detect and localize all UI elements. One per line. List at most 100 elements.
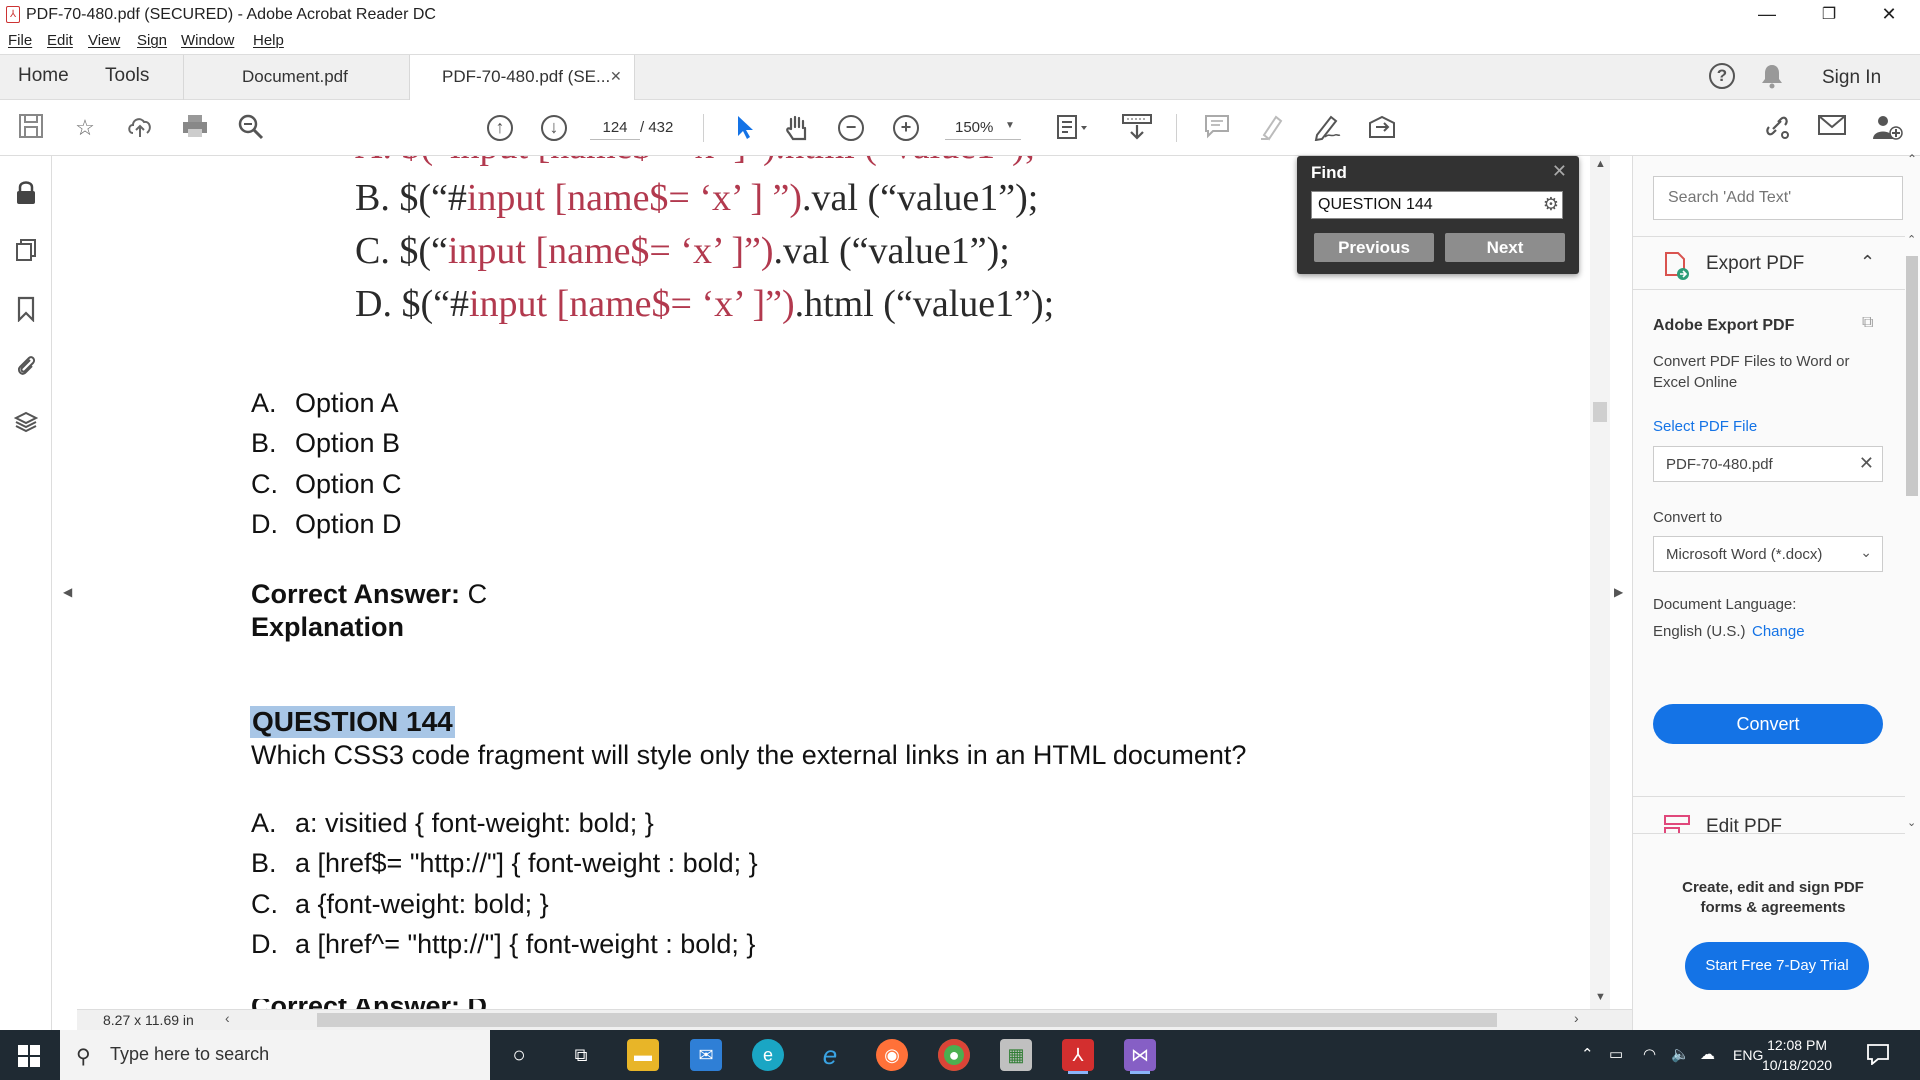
tab-home[interactable]: Home: [18, 65, 69, 87]
scroll-down-icon[interactable]: ▼: [1595, 991, 1606, 1003]
page-number-input[interactable]: [590, 116, 640, 140]
attachment-icon[interactable]: [14, 352, 38, 376]
convert-button[interactable]: Convert: [1653, 704, 1883, 744]
minimize-button[interactable]: —: [1744, 0, 1790, 29]
prev-page-icon[interactable]: ↑: [487, 115, 513, 141]
chevron-up-icon[interactable]: ⌃: [1860, 252, 1875, 273]
scrollbar-thumb[interactable]: [1593, 402, 1607, 422]
chrome-icon[interactable]: ●: [938, 1039, 970, 1071]
zoom-in-icon[interactable]: +: [893, 115, 919, 141]
scroll-up-icon[interactable]: ⌃: [1907, 233, 1916, 246]
send-icon[interactable]: [1366, 113, 1396, 143]
find-previous-button[interactable]: Previous: [1314, 233, 1434, 262]
taskbar-clock[interactable]: 12:08 PM 10/18/2020: [1762, 1035, 1832, 1075]
convert-to-dropdown[interactable]: Microsoft Word (*.docx) ⌄: [1653, 536, 1883, 572]
fit-page-icon[interactable]: [1055, 113, 1087, 143]
scroll-left-icon[interactable]: ‹: [225, 1010, 230, 1026]
volume-icon[interactable]: 🔈: [1671, 1045, 1690, 1063]
sign-in-button[interactable]: Sign In: [1822, 67, 1881, 89]
pages-icon[interactable]: [14, 238, 38, 262]
firefox-icon[interactable]: ◉: [876, 1039, 908, 1071]
find-input[interactable]: [1311, 191, 1563, 219]
tab-tools[interactable]: Tools: [105, 65, 149, 87]
menu-file[interactable]: File: [8, 32, 32, 49]
menu-edit[interactable]: Edit: [47, 32, 73, 49]
onedrive-icon[interactable]: ☁: [1700, 1045, 1715, 1063]
bookmark-icon[interactable]: [14, 296, 38, 323]
find-next-button[interactable]: Next: [1445, 233, 1565, 262]
horizontal-scrollbar-thumb[interactable]: [317, 1013, 1497, 1027]
tab-document-pdf[interactable]: Document.pdf: [183, 55, 409, 100]
show-hidden-icons-icon[interactable]: ⌃: [1581, 1045, 1594, 1063]
zoom-search-icon[interactable]: [236, 113, 266, 143]
panel-scrollbar[interactable]: ⌃ ⌄: [1904, 233, 1920, 836]
hand-icon[interactable]: [782, 113, 812, 143]
help-icon[interactable]: ?: [1709, 63, 1735, 89]
panel-scroll-top-icon[interactable]: ⌃: [1907, 152, 1917, 166]
highlight-icon[interactable]: [1257, 113, 1287, 143]
scroll-up-icon[interactable]: ▲: [1595, 158, 1606, 170]
taskbar-search[interactable]: ⚲ Type here to search: [60, 1030, 490, 1080]
copy-icon[interactable]: ⧉: [1862, 314, 1873, 332]
email-icon[interactable]: [1817, 113, 1847, 143]
excel-icon[interactable]: ▦: [1000, 1039, 1032, 1071]
scrollbar-thumb[interactable]: [1906, 256, 1918, 496]
gear-icon[interactable]: ⚙: [1541, 194, 1561, 214]
visual-studio-icon[interactable]: ⋈: [1124, 1039, 1156, 1071]
document-scrollbar[interactable]: ▲ ▼: [1590, 156, 1610, 1009]
cortana-icon[interactable]: ○: [503, 1039, 535, 1071]
file-explorer-icon[interactable]: ▬: [627, 1039, 659, 1071]
document-viewport[interactable]: A. $(“input [name$= ‘x’ ]”).html (“value…: [77, 156, 1590, 1009]
select-pdf-file-label[interactable]: Select PDF File: [1653, 418, 1757, 435]
scroll-mode-icon[interactable]: [1121, 113, 1152, 143]
close-window-button[interactable]: ✕: [1866, 0, 1912, 29]
star-icon[interactable]: ☆: [70, 113, 100, 143]
menu-window[interactable]: Window: [181, 32, 234, 49]
menu-help[interactable]: Help: [253, 32, 284, 49]
scroll-right-icon[interactable]: ›: [1574, 1010, 1579, 1026]
windows-start-icon[interactable]: [18, 1045, 40, 1067]
sign-icon[interactable]: [1311, 113, 1341, 143]
notifications-icon[interactable]: [1866, 1043, 1890, 1066]
share-link-icon[interactable]: [1761, 113, 1791, 143]
taskbar-search-placeholder: Type here to search: [110, 1044, 270, 1064]
select-cursor-icon[interactable]: [729, 113, 759, 143]
zoom-level-dropdown[interactable]: 150% ▼: [945, 116, 1021, 140]
restore-button[interactable]: ❐: [1806, 0, 1852, 29]
menu-sign[interactable]: Sign: [137, 32, 167, 49]
mail-icon[interactable]: ✉: [690, 1039, 722, 1071]
add-user-icon[interactable]: [1871, 113, 1903, 143]
scroll-down-icon[interactable]: ⌄: [1907, 816, 1916, 829]
battery-icon[interactable]: ▭: [1609, 1045, 1623, 1063]
edge-icon[interactable]: e: [752, 1039, 784, 1071]
change-language-link[interactable]: Change: [1752, 623, 1805, 640]
language-indicator[interactable]: ENG: [1733, 1047, 1763, 1063]
layers-icon[interactable]: [13, 410, 39, 434]
selected-file-field[interactable]: PDF-70-480.pdf ✕: [1653, 446, 1883, 482]
find-close-icon[interactable]: ✕: [1552, 161, 1567, 182]
comment-icon[interactable]: [1202, 113, 1232, 143]
upload-icon[interactable]: [125, 113, 155, 143]
collapse-left-icon[interactable]: ◀: [63, 585, 72, 599]
save-icon[interactable]: [16, 113, 46, 143]
task-view-icon[interactable]: ⧉: [565, 1039, 597, 1071]
print-icon[interactable]: [180, 113, 210, 143]
tab-pdf-70-480[interactable]: PDF-70-480.pdf (SE... ✕: [409, 55, 635, 100]
list-item: D. Option D: [251, 509, 402, 540]
clear-file-icon[interactable]: ✕: [1859, 453, 1874, 474]
start-trial-button[interactable]: Start Free 7-Day Trial: [1685, 942, 1869, 990]
next-page-icon[interactable]: ↓: [541, 115, 567, 141]
export-pdf-title[interactable]: Export PDF: [1706, 253, 1804, 275]
internet-explorer-icon[interactable]: e: [814, 1039, 846, 1071]
collapse-right-icon[interactable]: ▶: [1614, 585, 1623, 599]
zoom-out-icon[interactable]: −: [838, 115, 864, 141]
lock-icon[interactable]: [14, 180, 38, 204]
tab-close-icon[interactable]: ✕: [610, 68, 622, 85]
menu-view[interactable]: View: [88, 32, 120, 49]
edit-pdf-tool[interactable]: Edit PDF: [1706, 816, 1826, 833]
notification-bell-icon[interactable]: [1760, 63, 1784, 89]
acrobat-taskbar-icon[interactable]: ⅄: [1062, 1039, 1094, 1071]
wifi-icon[interactable]: ◠: [1643, 1045, 1656, 1063]
tools-search-input[interactable]: [1653, 176, 1903, 220]
menu-bar: File Edit View Sign Window Help: [0, 29, 1920, 54]
